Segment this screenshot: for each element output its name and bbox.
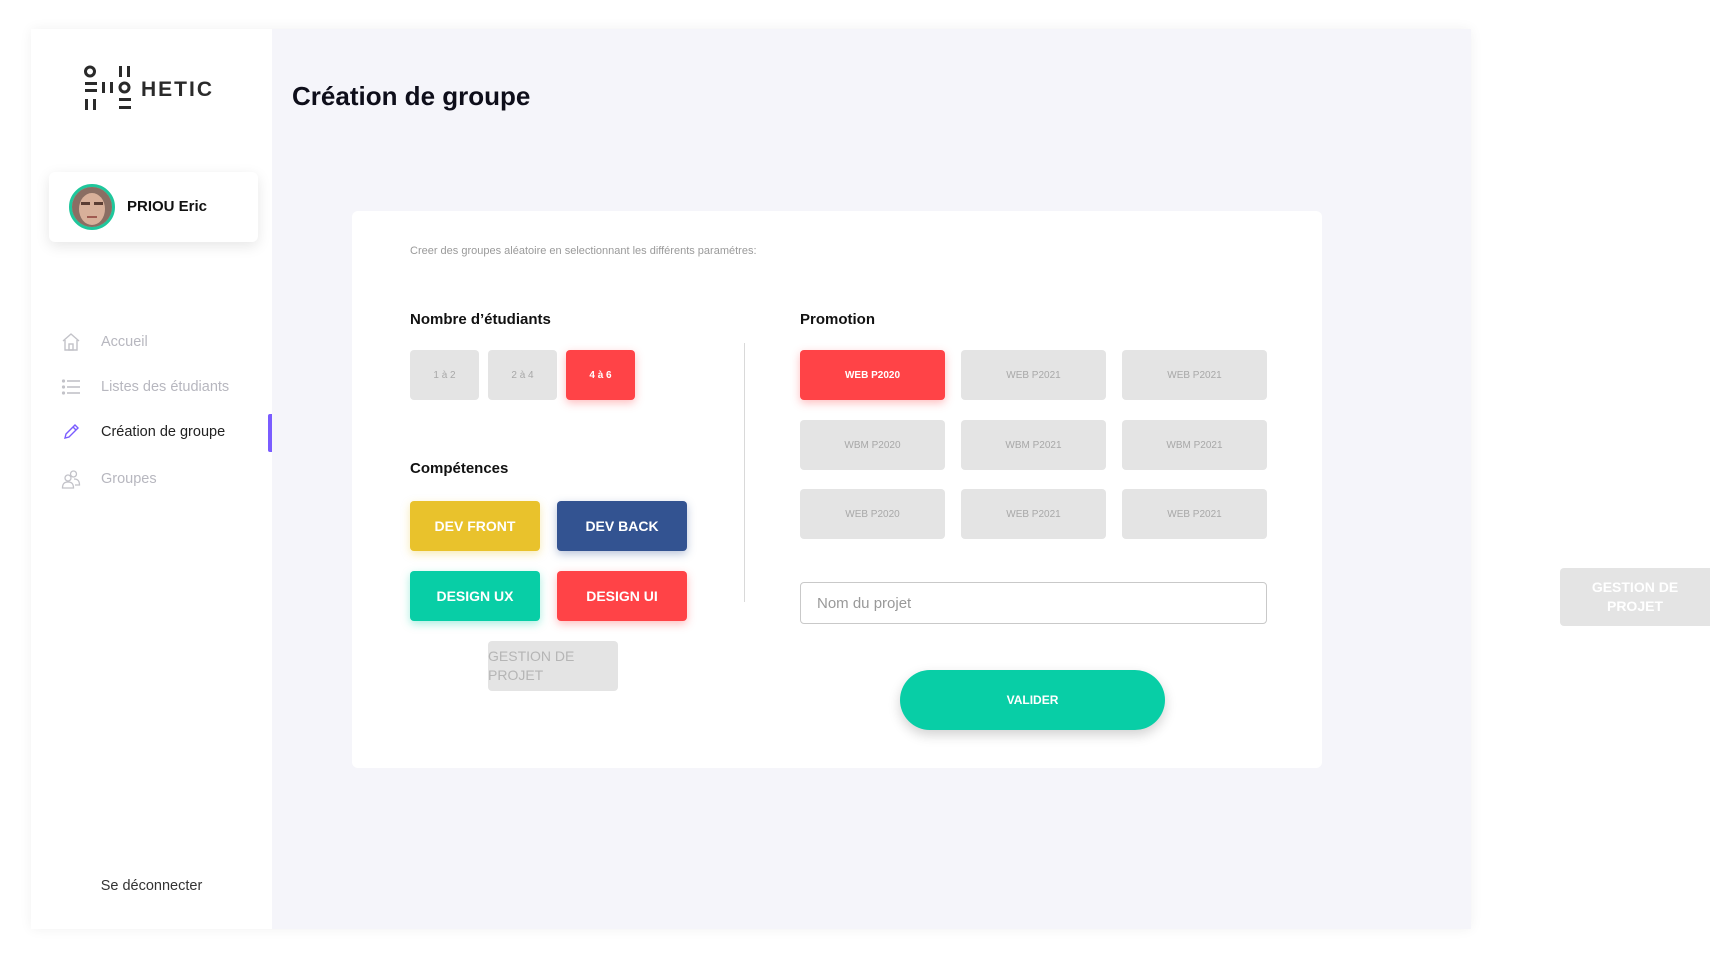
promotion-label: Promotion xyxy=(800,311,875,328)
skills-label: Compétences xyxy=(410,460,509,477)
promotion-option[interactable]: WEB P2021 xyxy=(961,489,1106,539)
sidebar-item-create-group[interactable]: Création de groupe xyxy=(59,414,272,452)
promotion-option[interactable]: WBM P2021 xyxy=(961,420,1106,470)
students-count-label: Nombre d’étudiants xyxy=(410,311,551,328)
page-title: Création de groupe xyxy=(292,81,531,111)
skill-project-management[interactable]: GESTION DE PROJET xyxy=(488,641,618,691)
student-count-2-4[interactable]: 2 à 4 xyxy=(488,350,557,400)
home-icon xyxy=(59,330,83,354)
promotion-option[interactable]: WEB P2021 xyxy=(1122,350,1267,400)
brand-name: HETIC xyxy=(141,78,214,101)
app-window: HETIC PRIOU Eric Accueil Listes des étud… xyxy=(31,29,1471,929)
divider xyxy=(744,343,745,602)
pencil-icon xyxy=(59,420,83,444)
skill-dev-back[interactable]: DEV BACK xyxy=(557,501,687,551)
sidebar-item-label: Listes des étudiants xyxy=(101,379,230,395)
promotion-option[interactable]: WBM P2020 xyxy=(800,420,945,470)
sidebar-item-groups[interactable]: Groupes xyxy=(59,461,272,497)
user-name: PRIOU Eric xyxy=(127,198,208,215)
avatar xyxy=(69,184,115,230)
sidebar-item-students[interactable]: Listes des étudiants xyxy=(59,369,272,405)
student-count-1-2[interactable]: 1 à 2 xyxy=(410,350,479,400)
validate-button[interactable]: VALIDER xyxy=(900,670,1165,730)
sidebar-item-label: Création de groupe xyxy=(101,424,226,440)
promotion-option[interactable]: WEB P2021 xyxy=(961,350,1106,400)
sidebar: HETIC PRIOU Eric Accueil Listes des étud… xyxy=(31,29,272,929)
sidebar-item-label: Accueil xyxy=(101,334,148,350)
user-card[interactable]: PRIOU Eric xyxy=(49,172,258,242)
floating-project-management-chip[interactable]: GESTION DE PROJET xyxy=(1560,568,1710,626)
group-creation-card: Creer des groupes aléatoire en selection… xyxy=(352,211,1322,768)
promotion-option[interactable]: WBM P2021 xyxy=(1122,420,1267,470)
logout-link[interactable]: Se déconnecter xyxy=(31,878,272,894)
list-icon xyxy=(59,375,83,399)
instruction-text: Creer des groupes aléatoire en selection… xyxy=(410,245,757,257)
sidebar-item-accueil[interactable]: Accueil xyxy=(59,324,272,360)
student-count-4-6[interactable]: 4 à 6 xyxy=(566,350,635,400)
project-name-input[interactable] xyxy=(800,582,1267,624)
active-indicator xyxy=(268,414,272,452)
users-icon xyxy=(59,467,83,491)
sidebar-item-label: Groupes xyxy=(101,471,157,487)
skill-design-ui[interactable]: DESIGN UI xyxy=(557,571,687,621)
skill-design-ux[interactable]: DESIGN UX xyxy=(410,571,540,621)
promotion-option[interactable]: WEB P2021 xyxy=(1122,489,1267,539)
promotion-option[interactable]: WEB P2020 xyxy=(800,489,945,539)
hetic-logo: HETIC xyxy=(83,65,233,125)
promotion-option[interactable]: WEB P2020 xyxy=(800,350,945,400)
skill-dev-front[interactable]: DEV FRONT xyxy=(410,501,540,551)
